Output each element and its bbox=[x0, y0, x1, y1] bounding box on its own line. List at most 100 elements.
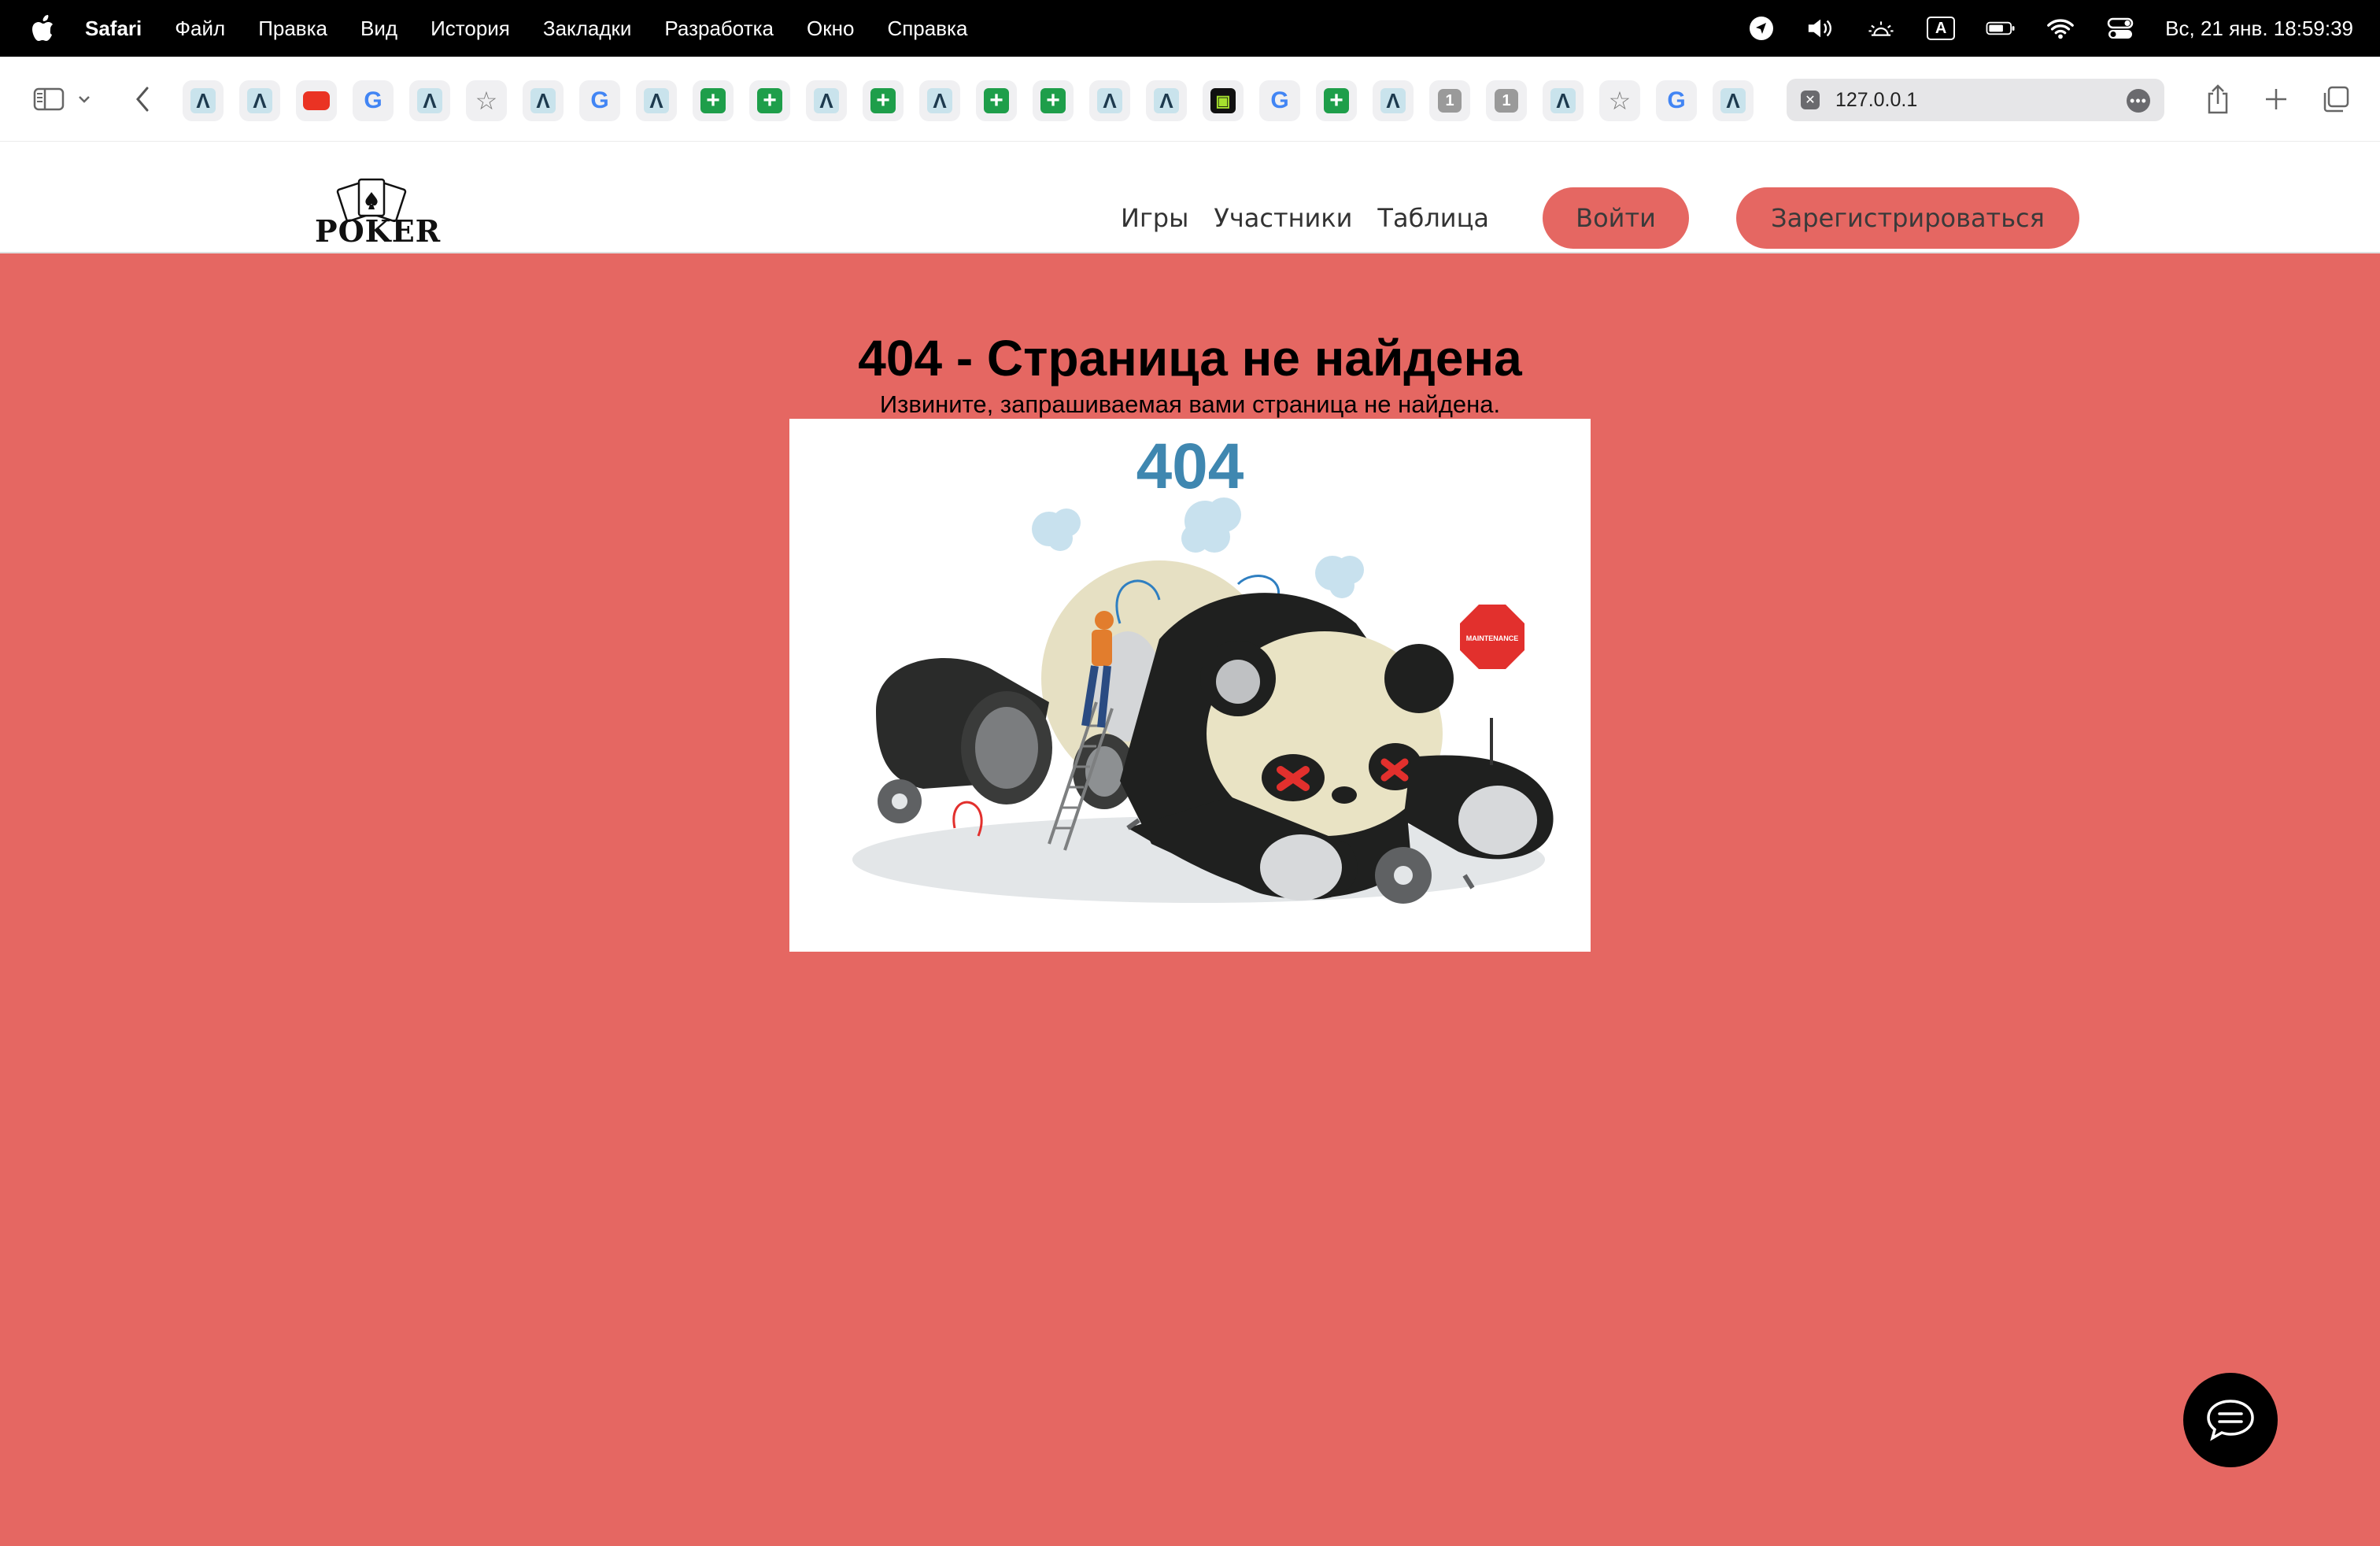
favorite-item[interactable]: Λ bbox=[409, 80, 450, 121]
lambda-icon: Λ bbox=[417, 88, 442, 113]
wifi-icon[interactable] bbox=[2046, 13, 2075, 43]
google-icon: G bbox=[1667, 87, 1686, 113]
favorite-item[interactable]: + bbox=[976, 80, 1017, 121]
browser-toolbar: Λ Λ G Λ ☆ Λ G Λ + + Λ + Λ + + Λ Λ ▣ G + Λ 1 1 Λ ☆ G Λ ✕ 127.0.0.1 … bbox=[0, 57, 2380, 142]
favorite-item[interactable]: Λ bbox=[239, 80, 280, 121]
keyboard-layout-icon[interactable]: A bbox=[1926, 13, 1956, 43]
favorite-item[interactable]: Λ bbox=[1543, 80, 1584, 121]
lambda-icon: Λ bbox=[927, 88, 952, 113]
lambda-icon: Λ bbox=[190, 88, 216, 113]
menu-app-name[interactable]: Safari bbox=[85, 17, 142, 41]
brightness-icon[interactable] bbox=[1866, 13, 1896, 43]
register-button[interactable]: Зарегистрироваться bbox=[1736, 187, 2079, 249]
battery-icon[interactable] bbox=[1986, 13, 2016, 43]
menu-window[interactable]: Окно bbox=[807, 17, 854, 41]
favorite-item[interactable]: + bbox=[1316, 80, 1357, 121]
tab-overview-icon[interactable] bbox=[2315, 79, 2356, 120]
menu-develop[interactable]: Разработка bbox=[664, 17, 774, 41]
favorite-item[interactable]: Λ bbox=[919, 80, 960, 121]
lambda-icon: Λ bbox=[1154, 88, 1179, 113]
sheets-icon: + bbox=[984, 87, 1009, 113]
lambda-icon: Λ bbox=[1720, 88, 1746, 113]
location-arrow-icon[interactable] bbox=[1746, 13, 1776, 43]
lambda-icon: Λ bbox=[1380, 88, 1406, 113]
favorite-item[interactable]: Λ bbox=[523, 80, 564, 121]
chat-bubble-icon bbox=[2207, 1400, 2254, 1441]
favorite-item[interactable]: 1 bbox=[1486, 80, 1527, 121]
favorite-item[interactable]: Λ bbox=[1146, 80, 1187, 121]
favorite-item[interactable]: Λ bbox=[1713, 80, 1754, 121]
keyboard-layout-label: A bbox=[1927, 17, 1956, 40]
nav-participants[interactable]: Участники bbox=[1214, 203, 1352, 233]
favorite-item[interactable]: G bbox=[353, 80, 394, 121]
favorite-item[interactable]: + bbox=[1033, 80, 1074, 121]
favorite-item[interactable]: 1 bbox=[1429, 80, 1470, 121]
menu-bookmarks[interactable]: Закладки bbox=[543, 17, 632, 41]
favorite-item[interactable]: G bbox=[1259, 80, 1300, 121]
login-button[interactable]: Войти bbox=[1543, 187, 1689, 249]
nav-games[interactable]: Игры bbox=[1121, 203, 1188, 233]
macos-menu-bar: Safari Файл Правка Вид История Закладки … bbox=[0, 0, 2380, 57]
favorite-item[interactable]: + bbox=[863, 80, 904, 121]
close-tab-icon[interactable]: ✕ bbox=[1801, 91, 1820, 109]
sheets-icon: + bbox=[1324, 87, 1349, 113]
address-url[interactable]: 127.0.0.1 bbox=[1835, 89, 1917, 112]
address-bar[interactable]: ✕ 127.0.0.1 ••• bbox=[1787, 79, 2164, 121]
favorite-item[interactable]: ☆ bbox=[466, 80, 507, 121]
chat-button[interactable] bbox=[2183, 1373, 2278, 1467]
sheets-icon: + bbox=[700, 87, 726, 113]
lambda-icon: Λ bbox=[530, 88, 556, 113]
chevron-down-icon[interactable] bbox=[72, 79, 96, 120]
sheets-icon: + bbox=[870, 87, 896, 113]
game-icon: ▣ bbox=[1210, 88, 1236, 113]
new-tab-icon[interactable] bbox=[2256, 79, 2297, 120]
number-one-icon: 1 bbox=[1495, 89, 1518, 113]
favorites-bar: Λ Λ G Λ ☆ Λ G Λ + + Λ + Λ + + Λ Λ ▣ G + Λ 1 1 Λ ☆ G Λ bbox=[183, 80, 1754, 121]
number-one-icon: 1 bbox=[1438, 89, 1462, 113]
favorite-item[interactable]: + bbox=[693, 80, 734, 121]
nav-table[interactable]: Таблица bbox=[1377, 203, 1489, 233]
favorite-item[interactable]: ☆ bbox=[1599, 80, 1640, 121]
error-message: Извините, запрашиваемая вами страница не… bbox=[879, 390, 1501, 418]
lambda-icon: Λ bbox=[814, 88, 839, 113]
error-title: 404 - Страница не найдена bbox=[858, 330, 1522, 386]
favorite-item[interactable]: Λ bbox=[1373, 80, 1414, 121]
site-header: POKER Игры Участники Таблица Войти Зарег… bbox=[0, 142, 2380, 253]
menu-clock[interactable]: Вс, 21 янв. 18:59:39 bbox=[2165, 17, 2353, 41]
favorite-item[interactable]: Λ bbox=[806, 80, 847, 121]
favorite-item[interactable]: G bbox=[579, 80, 620, 121]
share-icon[interactable] bbox=[2197, 79, 2238, 120]
lambda-icon: Λ bbox=[644, 88, 669, 113]
favorite-item[interactable]: + bbox=[749, 80, 790, 121]
google-icon: G bbox=[1270, 87, 1289, 113]
more-options-icon[interactable]: ••• bbox=[2127, 89, 2150, 113]
control-center-icon[interactable] bbox=[2105, 13, 2135, 43]
menu-history[interactable]: История bbox=[431, 17, 510, 41]
broken-panda-illustration: 404 MAINTENANCE bbox=[789, 419, 1591, 952]
main-nav: Игры Участники Таблица bbox=[1121, 203, 1489, 233]
apple-icon[interactable] bbox=[31, 15, 55, 42]
maintenance-sign-text: MAINTENANCE bbox=[1466, 634, 1519, 642]
favorite-item[interactable]: Λ bbox=[183, 80, 224, 121]
lambda-icon: Λ bbox=[247, 88, 272, 113]
youtube-icon bbox=[303, 91, 330, 110]
sheets-icon: + bbox=[757, 87, 782, 113]
panda-robot-drawing: MAINTENANCE bbox=[852, 497, 1554, 904]
star-icon: ☆ bbox=[475, 87, 498, 115]
favorite-item[interactable]: Λ bbox=[636, 80, 677, 121]
favorite-item[interactable] bbox=[296, 80, 337, 121]
google-icon: G bbox=[590, 87, 609, 113]
menu-help[interactable]: Справка bbox=[887, 17, 967, 41]
back-arrow-icon[interactable] bbox=[123, 79, 164, 120]
sidebar-toggle-icon[interactable] bbox=[28, 79, 69, 120]
menu-edit[interactable]: Правка bbox=[258, 17, 327, 41]
menu-file[interactable]: Файл bbox=[175, 17, 225, 41]
lambda-icon: Λ bbox=[1550, 88, 1576, 113]
favorite-item[interactable]: Λ bbox=[1089, 80, 1130, 121]
favorite-item[interactable]: ▣ bbox=[1203, 80, 1244, 121]
google-icon: G bbox=[364, 87, 382, 113]
menu-view[interactable]: Вид bbox=[360, 17, 397, 41]
volume-icon[interactable] bbox=[1806, 13, 1836, 43]
favorite-item[interactable]: G bbox=[1656, 80, 1697, 121]
poker-logo[interactable]: POKER bbox=[315, 176, 440, 250]
